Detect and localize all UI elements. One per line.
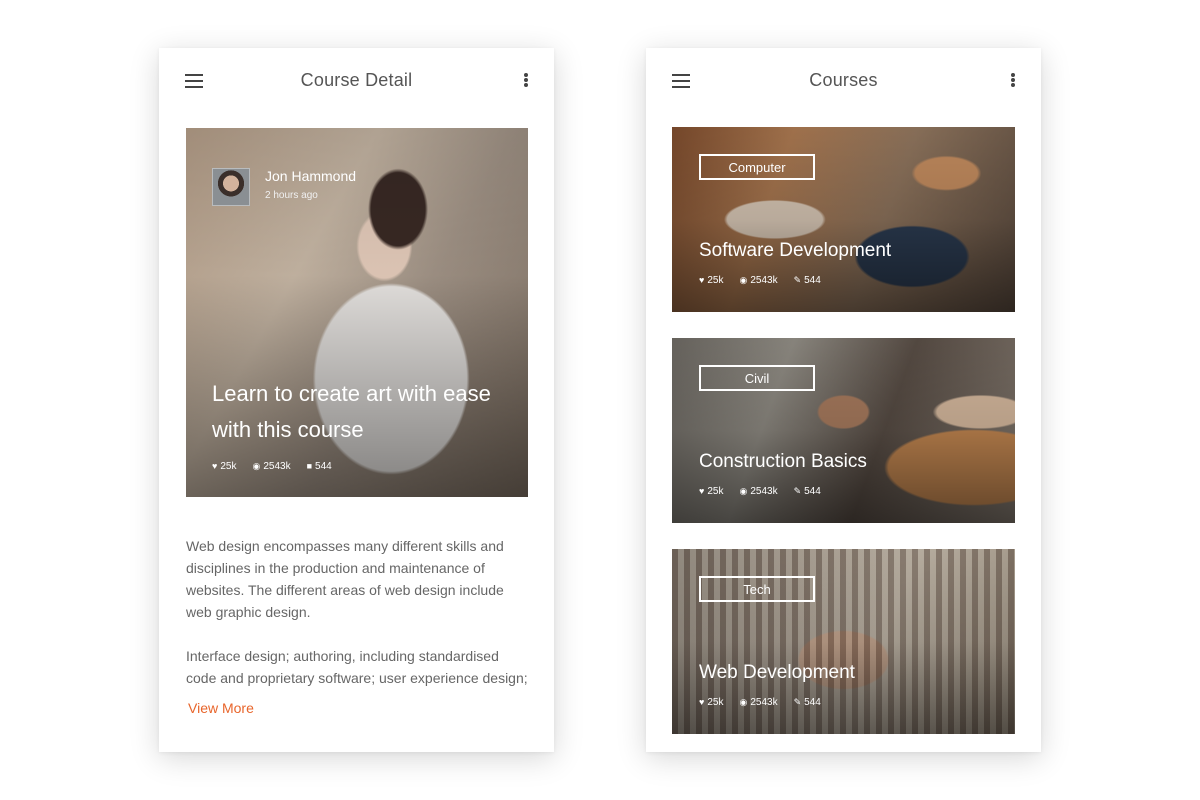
pencil-icon: ✎: [793, 697, 802, 707]
edits-stat[interactable]: ✎ 544: [794, 486, 821, 497]
course-hero-card: Jon Hammond 2 hours ago Learn to create …: [186, 128, 528, 497]
likes-count: 25k: [707, 486, 724, 497]
likes-stat[interactable]: ♥ 25k: [212, 461, 236, 472]
eye-icon: ◉: [739, 486, 748, 496]
course-title: Software Development: [699, 240, 892, 261]
views-stat: ◉ 2543k: [739, 486, 777, 497]
description-paragraph: Web design encompasses many different sk…: [186, 538, 504, 620]
category-tag[interactable]: Computer: [699, 154, 815, 180]
course-detail-screen: Course Detail Jon Hammond 2 hours ago Le…: [159, 48, 554, 752]
app-bar: Course Detail: [159, 48, 554, 114]
more-options-icon[interactable]: [524, 73, 528, 87]
avatar[interactable]: [212, 168, 250, 206]
author-name[interactable]: Jon Hammond: [265, 168, 356, 184]
views-count: 2543k: [750, 486, 778, 497]
likes-stat[interactable]: ♥ 25k: [699, 697, 723, 708]
course-card[interactable]: Tech Web Development ♥ 25k ◉ 2543k ✎ 544: [672, 549, 1015, 734]
edits-count: 544: [804, 697, 821, 708]
heart-icon: ♥: [699, 275, 705, 285]
likes-stat[interactable]: ♥ 25k: [699, 275, 723, 286]
likes-count: 25k: [707, 275, 724, 286]
page-title: Courses: [809, 70, 878, 90]
heart-icon: ♥: [212, 461, 218, 471]
pencil-icon: ✎: [793, 275, 802, 285]
comment-icon: ■: [306, 461, 313, 471]
course-title: Construction Basics: [699, 451, 867, 472]
pencil-icon: ✎: [793, 486, 802, 496]
eye-icon: ◉: [739, 697, 748, 707]
eye-icon: ◉: [252, 461, 261, 471]
edits-count: 544: [804, 275, 821, 286]
heart-icon: ♥: [699, 697, 705, 707]
course-stats: ♥ 25k ◉ 2543k ■ 544: [212, 461, 332, 472]
eye-icon: ◉: [739, 275, 748, 285]
view-more-link[interactable]: View More: [188, 700, 254, 716]
edits-stat[interactable]: ✎ 544: [794, 697, 821, 708]
app-bar: Courses: [646, 48, 1041, 114]
course-card[interactable]: Civil Construction Basics ♥ 25k ◉ 2543k …: [672, 338, 1015, 523]
heart-icon: ♥: [699, 486, 705, 496]
comments-stat[interactable]: ■ 544: [307, 461, 332, 472]
edits-stat[interactable]: ✎ 544: [794, 275, 821, 286]
views-stat: ◉ 2543k: [252, 461, 290, 472]
views-count: 2543k: [750, 275, 778, 286]
course-title: Learn to create art with ease with this …: [212, 381, 491, 442]
post-time: 2 hours ago: [265, 190, 318, 201]
edits-count: 544: [804, 486, 821, 497]
views-count: 2543k: [750, 697, 778, 708]
likes-count: 25k: [220, 461, 237, 472]
course-description: Web design encompasses many different sk…: [186, 535, 531, 689]
category-tag[interactable]: Civil: [699, 365, 815, 391]
course-card[interactable]: Computer Software Development ♥ 25k ◉ 25…: [672, 127, 1015, 312]
more-options-icon[interactable]: [1011, 73, 1015, 87]
views-stat: ◉ 2543k: [739, 275, 777, 286]
course-stats: ♥ 25k ◉ 2543k ✎ 544: [699, 486, 821, 497]
likes-stat[interactable]: ♥ 25k: [699, 486, 723, 497]
course-stats: ♥ 25k ◉ 2543k ✎ 544: [699, 697, 821, 708]
courses-screen: Courses Computer Software Development ♥ …: [646, 48, 1041, 752]
page-title: Course Detail: [300, 70, 413, 90]
course-title: Web Development: [699, 662, 855, 683]
views-count: 2543k: [263, 461, 291, 472]
likes-count: 25k: [707, 697, 724, 708]
course-stats: ♥ 25k ◉ 2543k ✎ 544: [699, 275, 821, 286]
views-stat: ◉ 2543k: [739, 697, 777, 708]
comments-count: 544: [315, 461, 332, 472]
category-tag[interactable]: Tech: [699, 576, 815, 602]
description-paragraph: Interface design; authoring, including s…: [186, 648, 528, 686]
